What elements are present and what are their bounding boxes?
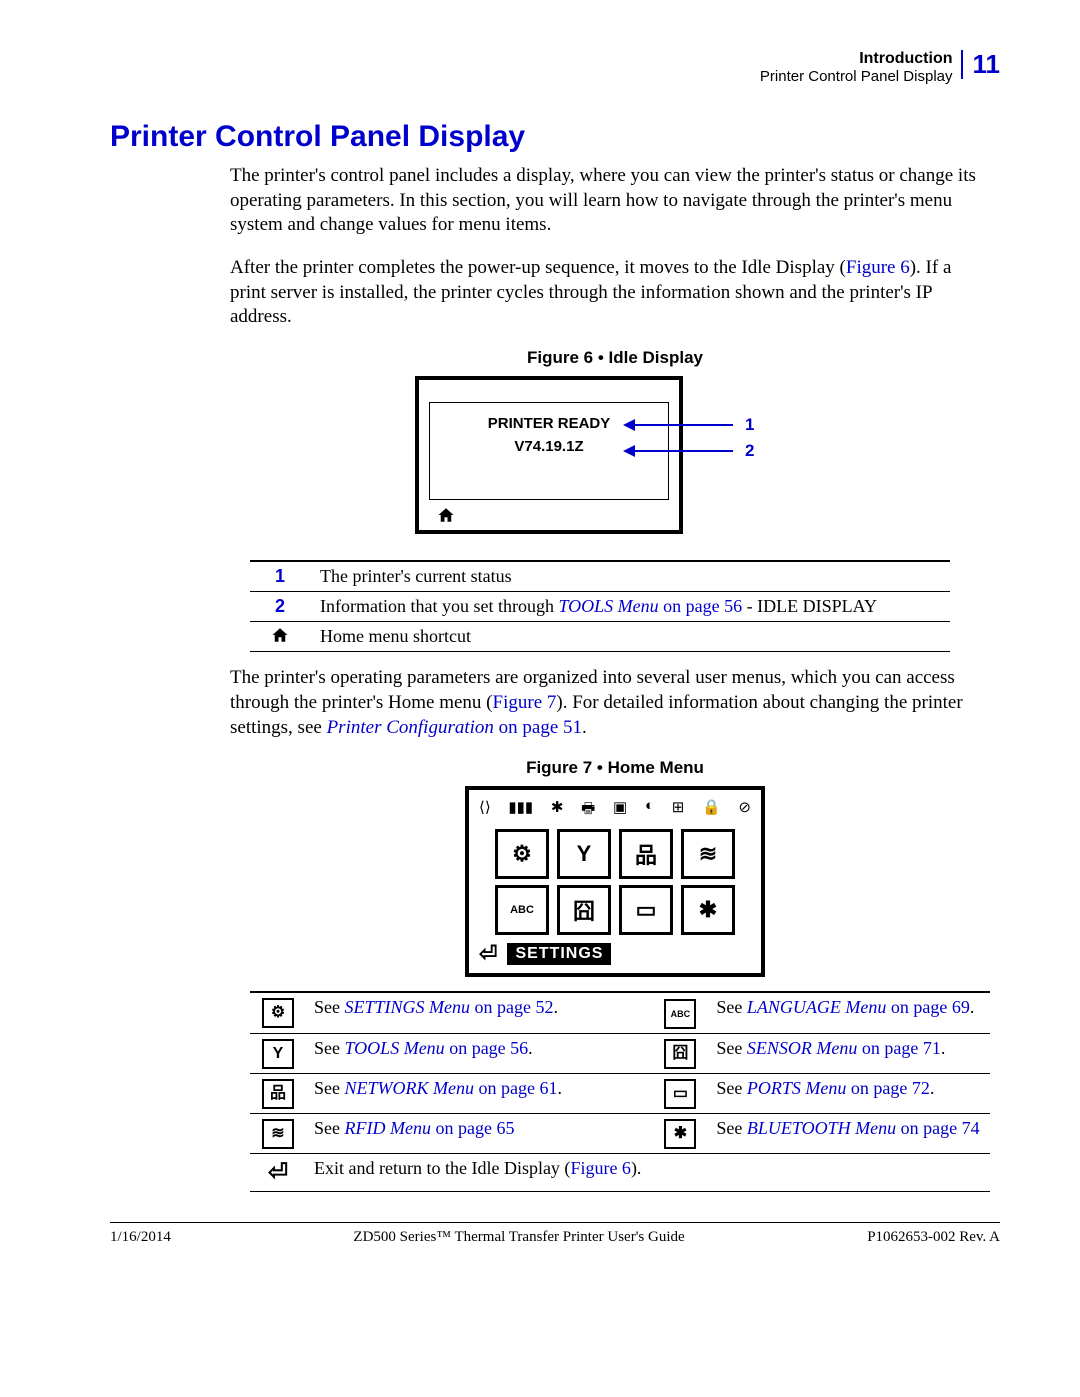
menu-reference-table: ⚙ See SETTINGS Menu on page 52. ABC See … xyxy=(250,991,990,1192)
page-number: 11 xyxy=(961,50,1001,79)
signal-icon: ▮▮▮ xyxy=(508,798,533,823)
printer-config-link[interactable]: Printer Configuration xyxy=(327,717,494,738)
back-icon: ⏎ xyxy=(479,941,497,967)
network-icon: 品 xyxy=(262,1079,294,1109)
gear-icon: ⚙ xyxy=(262,998,294,1028)
figure6-idle-display: PRINTER READY V74.19.1Z 1 2 xyxy=(415,376,815,546)
sensor-icon: 囧 xyxy=(664,1039,696,1069)
printer-icon: 🖶 xyxy=(581,798,595,823)
rfid-menu-link[interactable]: RFID Menu xyxy=(345,1118,431,1138)
row3-text: Home menu shortcut xyxy=(310,622,950,652)
settings-menu-link[interactable]: SETTINGS Menu xyxy=(345,997,471,1017)
network-menu-link[interactable]: NETWORK Menu xyxy=(345,1078,475,1098)
figure7-home-menu: ⟨⟩ ▮▮▮ ✱ 🖶 ▣ ◐ ⊞ 🔒 ⊘ ⚙ Y 品 ≋ ABC xyxy=(465,786,765,977)
footer-title: ZD500 Series™ Thermal Transfer Printer U… xyxy=(353,1229,684,1246)
header-intro: Introduction xyxy=(760,50,953,68)
figure6-ref-link[interactable]: Figure 6 xyxy=(846,257,910,278)
tools-menu-link-2[interactable]: TOOLS Menu xyxy=(345,1038,445,1058)
settings-label: SETTINGS xyxy=(507,943,611,965)
intro-paragraph-1: The printer's control panel includes a d… xyxy=(230,164,990,238)
row1-num: 1 xyxy=(250,561,310,592)
lock-icon: 🔒 xyxy=(702,798,721,823)
footer-date: 1/16/2014 xyxy=(110,1229,171,1246)
menu-tools-icon: Y xyxy=(557,829,611,879)
row1-text: The printer's current status xyxy=(310,561,950,592)
data-icon: ◐ xyxy=(645,798,654,823)
intro-paragraph-2: After the printer completes the power-up… xyxy=(230,256,990,330)
figure6-callout-table: 1 The printer's current status 2 Informa… xyxy=(250,560,950,652)
callout-2: 2 xyxy=(745,441,754,461)
figure6-link-2[interactable]: Figure 6 xyxy=(570,1158,631,1178)
menu-bluetooth-icon: ✱ xyxy=(681,885,735,935)
tools-icon: Y xyxy=(262,1039,294,1069)
footer-docnum: P1062653-002 Rev. A xyxy=(867,1229,1000,1246)
menu-rfid-icon: ≋ xyxy=(681,829,735,879)
figure7-ref-link[interactable]: Figure 7 xyxy=(493,692,557,713)
ethernet-icon: ⊞ xyxy=(672,798,685,823)
menu-settings-icon: ⚙ xyxy=(495,829,549,879)
row3-icon xyxy=(250,622,310,652)
figure7-caption: Figure 7 • Home Menu xyxy=(230,758,1000,778)
row2-text: Information that you set through TOOLS M… xyxy=(310,592,950,622)
bluetooth-menu-link[interactable]: BLUETOOTH Menu xyxy=(747,1118,896,1138)
no-icon: ⊘ xyxy=(738,798,751,823)
ports-icon: ▭ xyxy=(664,1079,696,1109)
menu-language-icon: ABC xyxy=(495,885,549,935)
menu-sensor-icon: 囧 xyxy=(557,885,611,935)
page-footer: 1/16/2014 ZD500 Series™ Thermal Transfer… xyxy=(110,1222,1000,1246)
bluetooth-status-icon: ✱ xyxy=(551,798,564,823)
callout-1: 1 xyxy=(745,415,754,435)
language-menu-link[interactable]: LANGUAGE Menu xyxy=(747,997,886,1017)
status-icon-row: ⟨⟩ ▮▮▮ ✱ 🖶 ▣ ◐ ⊞ 🔒 ⊘ xyxy=(479,798,751,823)
tools-menu-link[interactable]: TOOLS Menu xyxy=(558,596,658,616)
figure6-caption: Figure 6 • Idle Display xyxy=(230,348,1000,368)
home-icon xyxy=(437,506,455,524)
bluetooth-icon: ✱ xyxy=(664,1119,696,1149)
menu-ports-icon: ▭ xyxy=(619,885,673,935)
header-subtitle: Printer Control Panel Display xyxy=(760,68,953,85)
page-header: Introduction Printer Control Panel Displ… xyxy=(760,50,1000,85)
row2-num: 2 xyxy=(250,592,310,622)
sensor-menu-link[interactable]: SENSOR Menu xyxy=(747,1038,857,1058)
exit-icon: ⏎ xyxy=(268,1159,288,1186)
p2-a: After the printer completes the power-up… xyxy=(230,257,846,278)
media-icon: ▣ xyxy=(613,798,627,823)
paragraph-3: The printer's operating parameters are o… xyxy=(230,666,990,740)
antenna-icon: ⟨⟩ xyxy=(479,798,491,823)
section-title: Printer Control Panel Display xyxy=(110,120,1000,154)
ports-menu-link[interactable]: PORTS Menu xyxy=(747,1078,846,1098)
language-icon: ABC xyxy=(664,999,696,1029)
menu-network-icon: 品 xyxy=(619,829,673,879)
rfid-icon: ≋ xyxy=(262,1119,294,1149)
